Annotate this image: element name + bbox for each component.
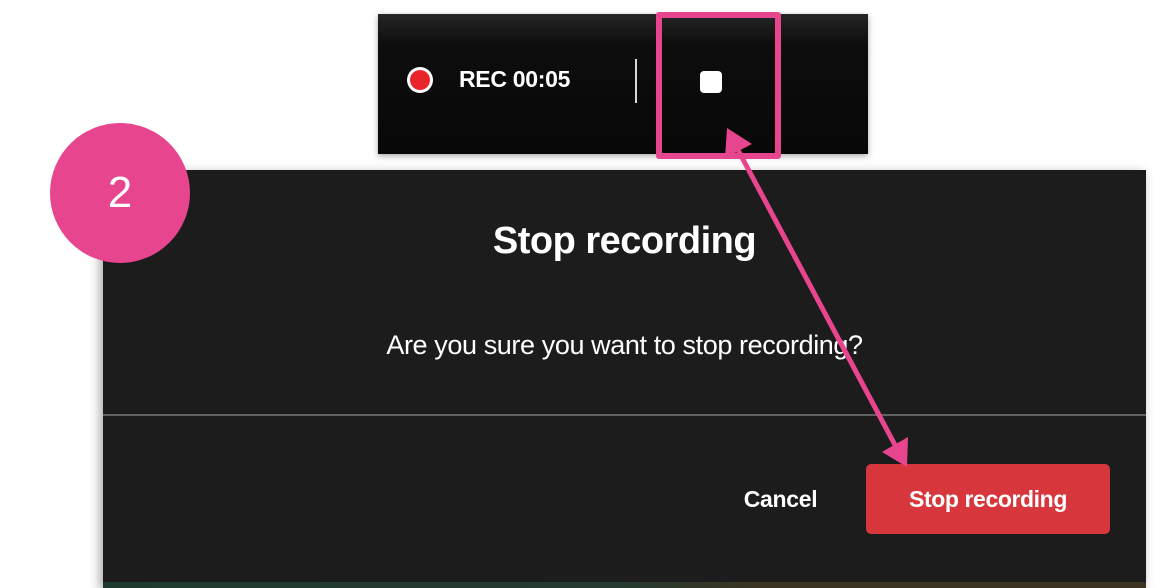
recording-timer: REC 00:05 bbox=[459, 66, 571, 92]
stop-recording-dialog: Stop recording Are you sure you want to … bbox=[103, 170, 1146, 588]
cancel-button[interactable]: Cancel bbox=[718, 464, 843, 534]
record-dot-icon bbox=[407, 67, 433, 93]
dialog-message: Are you sure you want to stop recording? bbox=[386, 330, 863, 360]
step-number-badge: 2 bbox=[50, 123, 190, 263]
background-strip bbox=[103, 582, 1146, 588]
toolbar-divider bbox=[635, 59, 637, 103]
dialog-title: Stop recording bbox=[492, 220, 757, 262]
screenshot-stage: REC 00:05 Stop recording Are you sure yo… bbox=[0, 0, 1171, 588]
recording-toolbar: REC 00:05 bbox=[378, 14, 868, 154]
stop-recording-button[interactable]: Stop recording bbox=[866, 464, 1110, 534]
record-dot-fill bbox=[410, 70, 430, 90]
dialog-divider bbox=[103, 414, 1146, 416]
stop-button-highlight bbox=[656, 12, 781, 159]
